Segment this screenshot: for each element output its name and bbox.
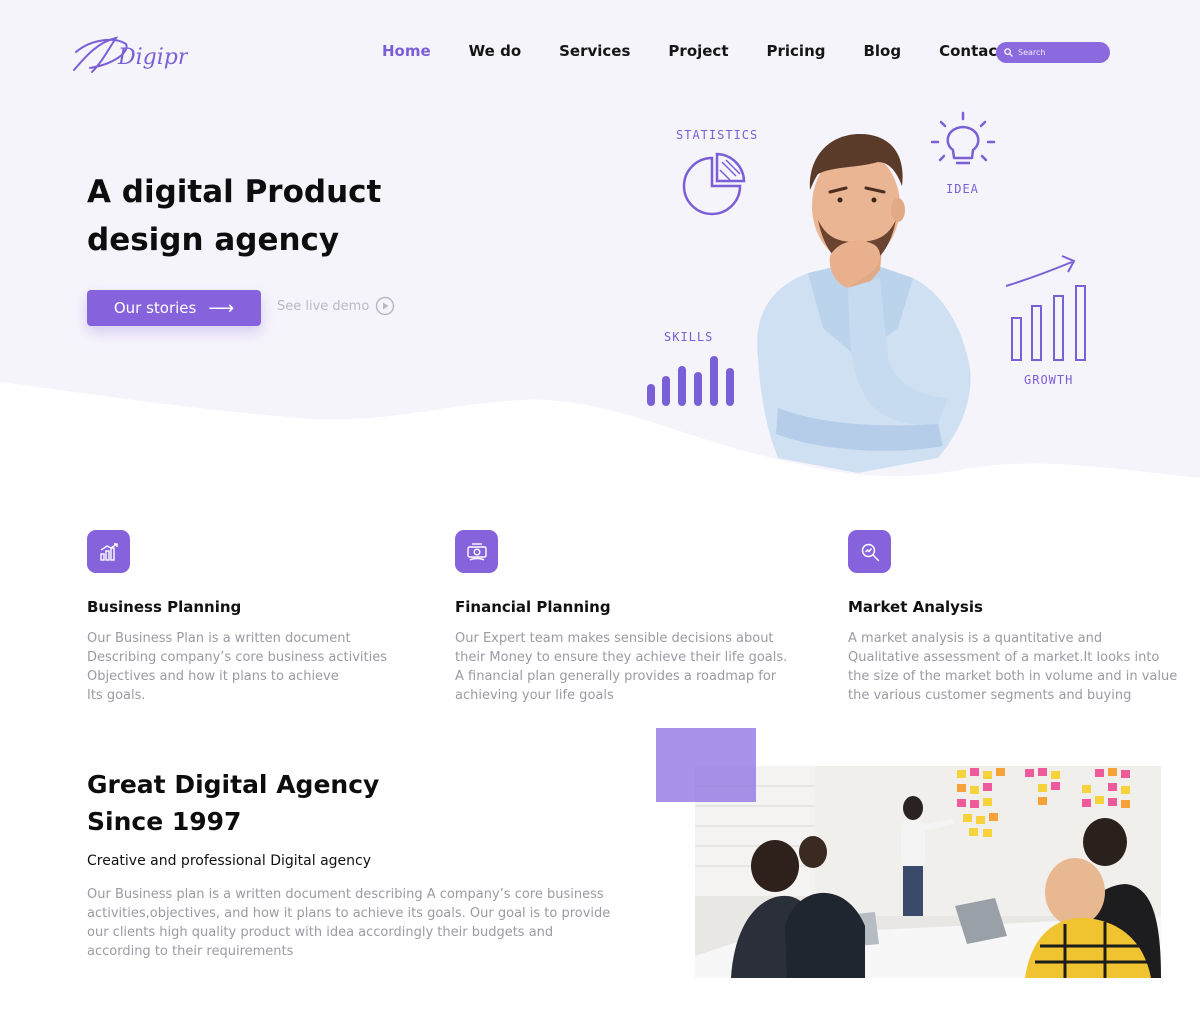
feature-description: Our Business Plan is a written document … <box>87 631 388 703</box>
nav-project[interactable]: Project <box>668 42 728 60</box>
feature-title: Business Planning <box>87 598 242 616</box>
hero-title: A digital Product design agency <box>87 168 467 264</box>
nav-home[interactable]: Home <box>382 42 431 60</box>
see-live-demo-link[interactable]: See live demo <box>277 296 395 316</box>
feature-title: Market Analysis <box>848 598 983 616</box>
arrow-right-icon: ⟶ <box>208 297 235 319</box>
feature-market-analysis: Market Analysis A market analysis is a q… <box>848 530 1178 705</box>
feature-description: A market analysis is a quantitative and … <box>848 631 1178 703</box>
nav-blog[interactable]: Blog <box>863 42 901 60</box>
our-stories-label: Our stories <box>113 299 197 317</box>
see-live-demo-label: See live demo <box>277 298 370 314</box>
money-icon <box>455 530 498 573</box>
nav-services[interactable]: Services <box>559 42 630 60</box>
growth-chart-icon <box>87 530 130 573</box>
about-description: Our Business plan is a written document … <box>87 887 611 959</box>
search-input[interactable] <box>1018 48 1098 57</box>
nav-pricing[interactable]: Pricing <box>767 42 826 60</box>
about-subtitle: Creative and professional Digital agency <box>87 853 371 869</box>
main-nav: Home We do Services Project Pricing Blog… <box>382 42 1042 60</box>
nav-contact[interactable]: Contact <box>939 42 1004 60</box>
search-icon <box>1004 48 1013 57</box>
thinking-man-image <box>757 134 971 473</box>
skills-label: SKILLS <box>664 330 714 344</box>
feature-title: Financial Planning <box>455 598 611 616</box>
nav-we-do[interactable]: We do <box>469 42 521 60</box>
decorative-square <box>656 728 756 802</box>
about-title: Great Digital Agency Since 1997 <box>87 770 380 836</box>
team-meeting-photo <box>695 766 1161 978</box>
play-icon <box>376 296 395 316</box>
feature-financial-planning: Financial Planning Our Expert team makes… <box>455 530 788 705</box>
svg-text:Digipro: Digipro <box>117 45 188 70</box>
magnifier-chart-icon <box>848 530 891 573</box>
skills-bars-icon <box>647 356 734 406</box>
growth-label: GROWTH <box>1024 373 1074 387</box>
brand-logo[interactable]: Digipro <box>68 30 202 78</box>
feature-business-planning: Business Planning Our Business Plan is a… <box>87 530 417 705</box>
our-stories-button[interactable]: Our stories ⟶ <box>87 290 261 326</box>
hero-title-line2: design agency <box>87 222 340 258</box>
search-box[interactable] <box>996 42 1110 63</box>
growth-chart-icon <box>1005 255 1086 361</box>
hero-title-line1: A digital Product <box>87 174 382 210</box>
feature-description: Our Expert team makes sensible decisions… <box>455 631 788 703</box>
